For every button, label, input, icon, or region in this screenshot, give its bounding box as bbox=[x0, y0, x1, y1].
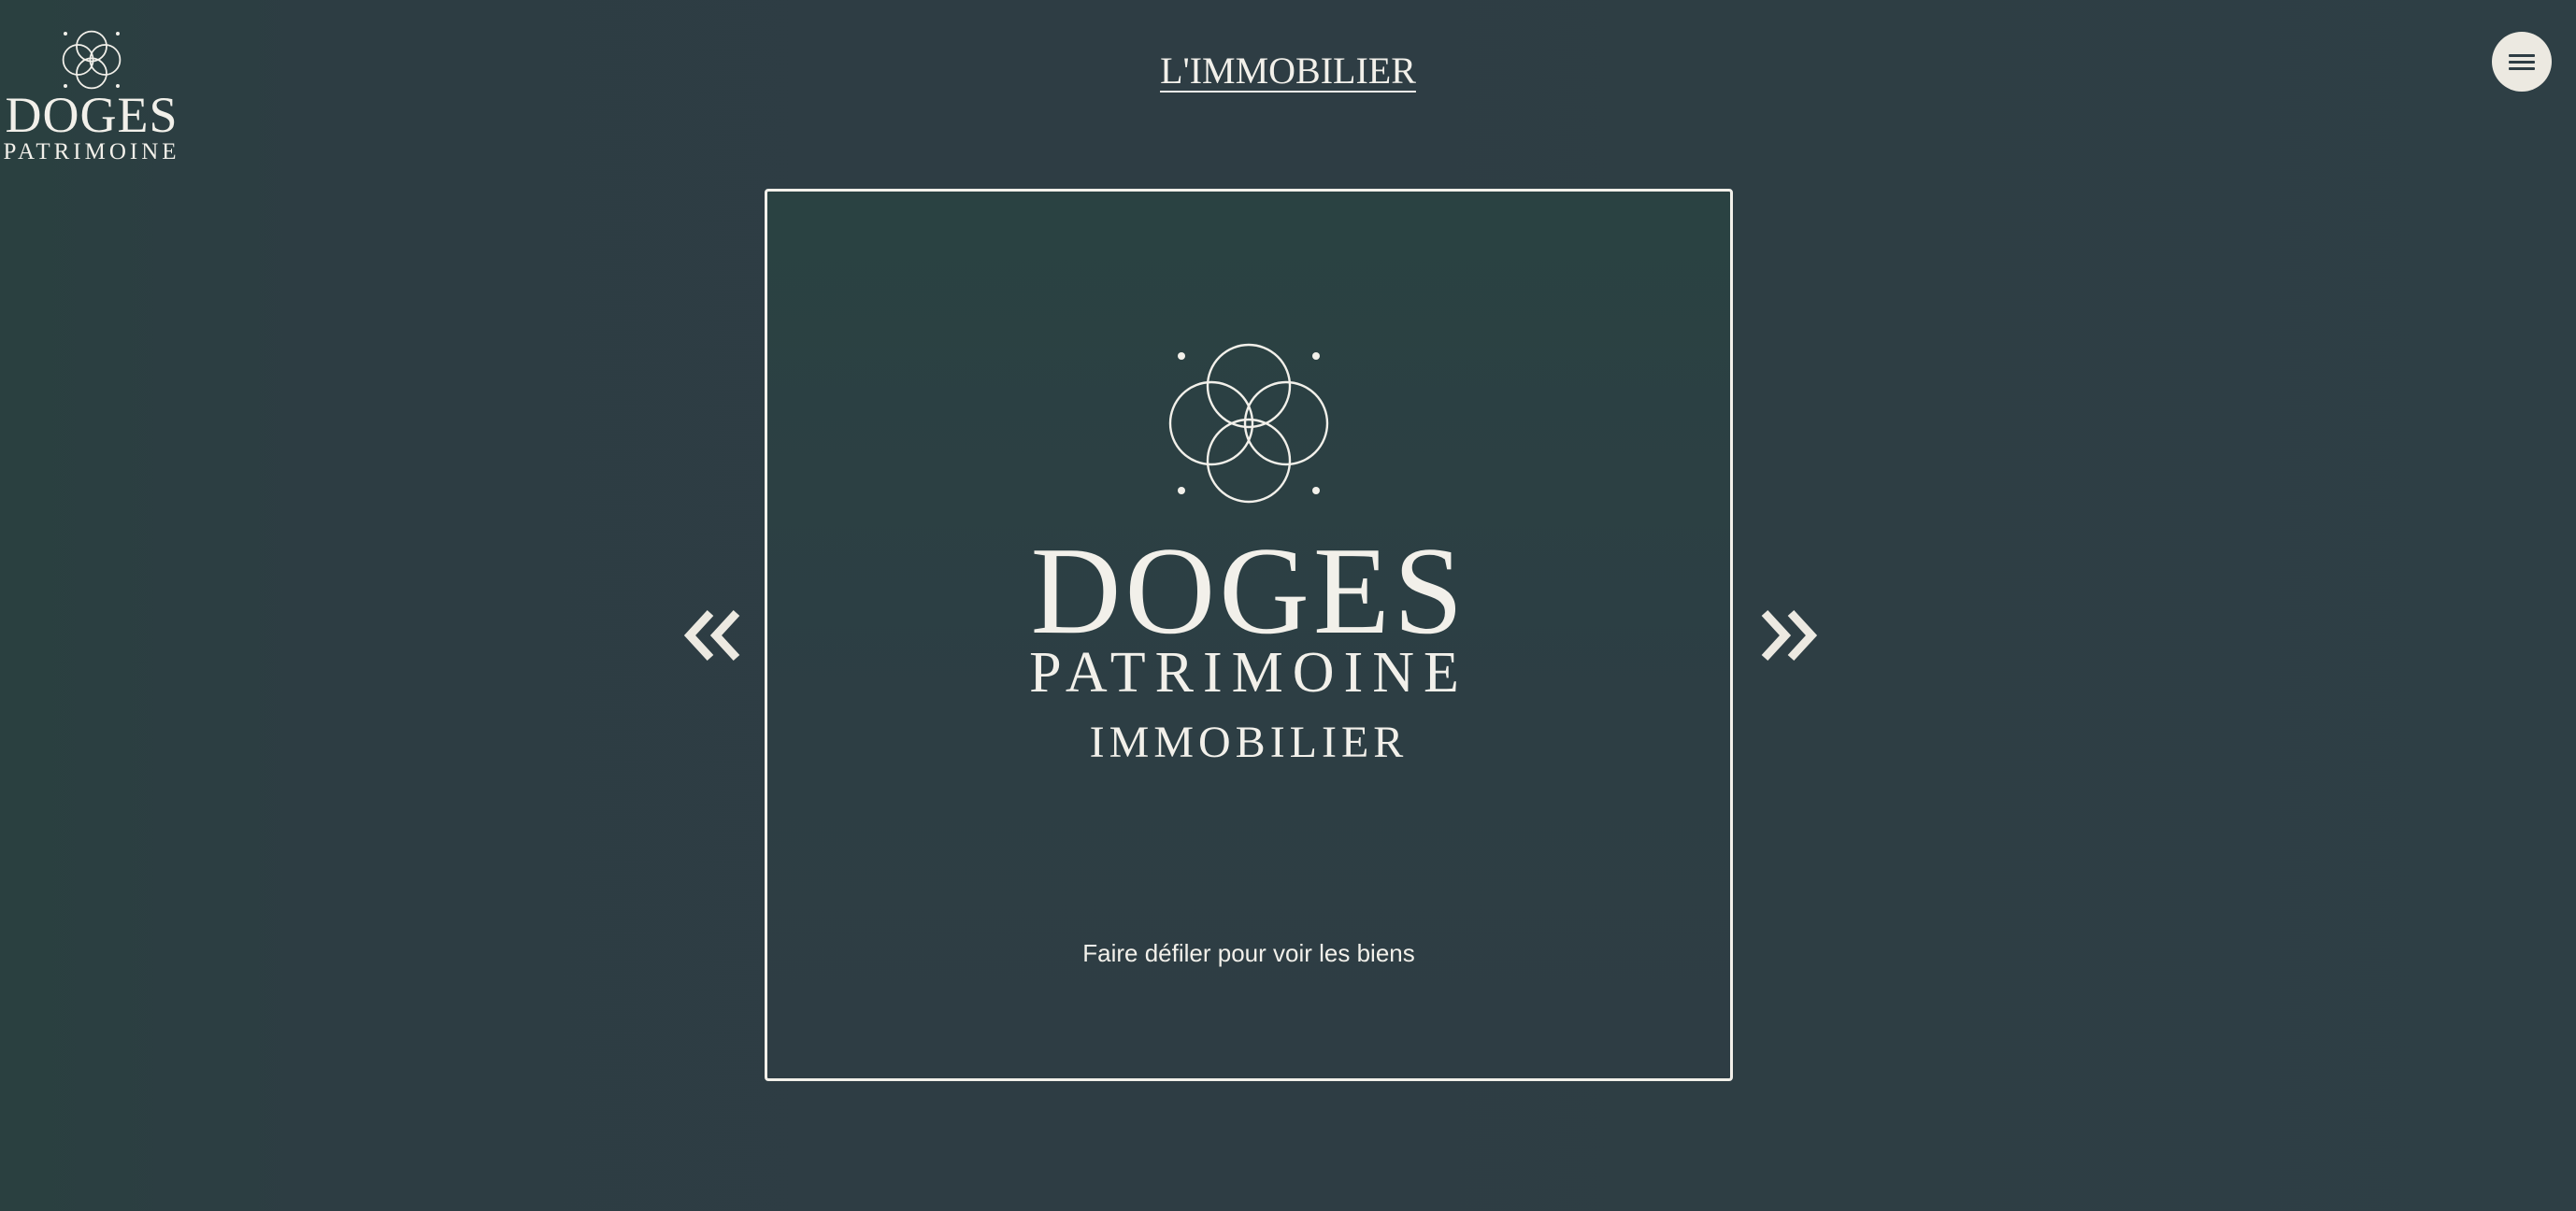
clover-emblem-icon bbox=[1168, 343, 1329, 504]
double-chevron-left-icon[interactable] bbox=[682, 607, 742, 663]
logo-brand-name: DOGES bbox=[5, 87, 179, 143]
menu-button[interactable] bbox=[2492, 32, 2552, 92]
hero-brand-name: DOGES bbox=[1030, 521, 1467, 660]
hamburger-icon bbox=[2509, 52, 2535, 71]
hero-brand-subtitle: PATRIMOINE bbox=[1029, 641, 1468, 705]
hero-brand-tag: IMMOBILIER bbox=[1089, 718, 1409, 767]
site-logo[interactable]: DOGES PATRIMOINE bbox=[0, 19, 187, 168]
double-chevron-right-icon[interactable] bbox=[1759, 607, 1819, 663]
hero-card: DOGES PATRIMOINE IMMOBILIER Faire défile… bbox=[765, 189, 1733, 1081]
page-title-link[interactable]: L'IMMOBILIER bbox=[1008, 45, 1568, 97]
logo-brand-subtitle: PATRIMOINE bbox=[3, 139, 180, 164]
clover-emblem-icon bbox=[62, 30, 122, 90]
scroll-hint: Faire défiler pour voir les biens bbox=[1082, 939, 1415, 967]
